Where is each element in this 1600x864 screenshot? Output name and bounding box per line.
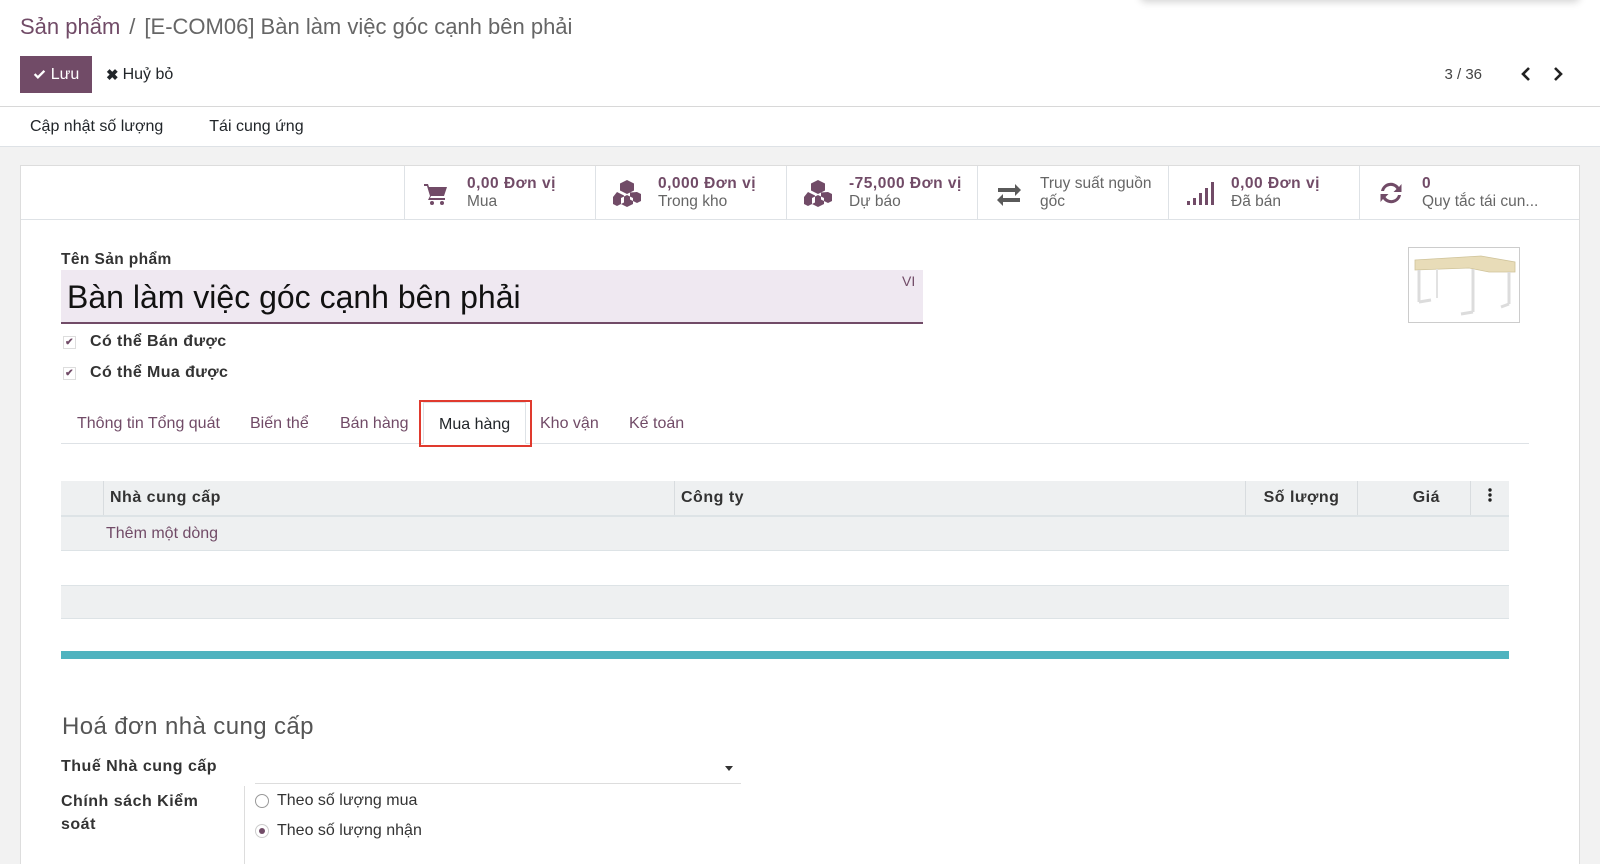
vendor-taxes-label: Thuế Nhà cung cấp (61, 758, 218, 775)
translate-language-button[interactable]: VI (902, 273, 915, 289)
control-policy-option-label: Theo số lượng nhận (277, 822, 422, 839)
cubes-icon (804, 180, 832, 207)
label-divider (244, 786, 245, 864)
table-empty-row (61, 551, 1509, 585)
forecasted-label: Dự báo (849, 193, 901, 210)
tab-sales[interactable]: Bán hàng (340, 402, 409, 444)
can-be-purchased-label: Có thể Mua được (90, 364, 229, 381)
caret-down-icon (725, 766, 733, 771)
can-be-purchased-checkbox[interactable]: ✔ (63, 366, 76, 380)
on-hand-stat-button[interactable]: 0,000 Đơn vị Trong kho (595, 166, 790, 220)
chevron-left-icon (1521, 67, 1530, 81)
traceability-stat-button[interactable]: Truy suất nguồn gốc (977, 166, 1172, 220)
save-button-label: Lưu (50, 65, 80, 83)
vendor-taxes-select[interactable] (255, 754, 741, 784)
control-policy-option-label: Theo số lượng mua (277, 792, 418, 809)
forecasted-value: -75,000 Đơn vị (849, 175, 962, 192)
tab-inventory[interactable]: Kho vận (540, 402, 599, 444)
column-company[interactable]: Công ty (674, 481, 1245, 515)
control-policy-label: Chính sách Kiểm soát (61, 793, 199, 833)
save-button[interactable]: Lưu (20, 56, 92, 93)
tab-general-information[interactable]: Thông tin Tổng quát (77, 402, 220, 444)
purchased-stat-button[interactable]: 0,00 Đơn vị Mua (404, 166, 599, 220)
cubes-icon (613, 180, 641, 207)
reordering-rules-label: Quy tắc tái cun... (1422, 193, 1539, 210)
product-image[interactable] (1408, 247, 1520, 323)
vendor-pricelist-table: Nhà cung cấp Công ty Số lượng Giá Thêm m… (61, 481, 1509, 619)
reordering-rules-stat-button[interactable]: 0 Quy tắc tái cun... (1359, 166, 1579, 220)
column-vendor[interactable]: Nhà cung cấp (103, 481, 674, 515)
breadcrumb: Sản phẩm / [E-COM06] Bàn làm việc góc cạ… (20, 14, 572, 40)
can-be-sold-row: ✔ Có thể Bán được (63, 333, 227, 351)
sold-value: 0,00 Đơn vị (1231, 175, 1320, 192)
chevron-right-icon (1554, 67, 1563, 81)
section-separator-bar (61, 651, 1509, 659)
shopping-cart-icon (424, 184, 447, 205)
tab-variants[interactable]: Biến thể (250, 402, 309, 444)
discard-button[interactable]: ✖ Huỷ bỏ (106, 56, 173, 93)
can-be-purchased-row: ✔ Có thể Mua được (63, 364, 228, 382)
handle-column (61, 481, 103, 515)
product-name-input[interactable]: Bàn làm việc góc cạnh bên phải (61, 270, 923, 324)
discard-button-label: Huỷ bỏ (122, 65, 174, 83)
table-header: Nhà cung cấp Công ty Số lượng Giá (61, 481, 1509, 517)
pager-previous-button[interactable] (1514, 60, 1538, 88)
exchange-icon (997, 184, 1021, 206)
vertical-ellipsis-icon (1488, 488, 1492, 502)
tab-accounting[interactable]: Kế toán (629, 402, 684, 444)
reordering-rules-value: 0 (1422, 175, 1432, 192)
close-icon: ✖ (106, 66, 119, 84)
breadcrumb-current: [E-COM06] Bàn làm việc góc cạnh bên phải (144, 14, 573, 39)
breadcrumb-products-link[interactable]: Sản phẩm (20, 14, 120, 40)
product-name-label: Tên Sản phẩm (61, 251, 172, 268)
vendor-bills-title: Hoá đơn nhà cung cấp (62, 713, 314, 740)
form-sheet: 0,00 Đơn vị Mua 0,000 Đơn vị Trong kho -75… (20, 165, 1580, 864)
column-price[interactable]: Giá (1357, 481, 1470, 515)
column-quantity[interactable]: Số lượng (1245, 481, 1357, 515)
smart-button-box: 0,00 Đơn vị Mua 0,000 Đơn vị Trong kho -75… (21, 166, 1579, 220)
add-line-link[interactable]: Thêm một dòng (106, 525, 218, 543)
signal-icon (1187, 182, 1214, 205)
can-be-sold-checkbox[interactable]: ✔ (63, 335, 76, 349)
tab-purchase[interactable]: Mua hàng (423, 402, 527, 444)
check-icon (33, 70, 45, 79)
form-statusbar: Cập nhật số lượng Tái cung ứng (0, 107, 1600, 147)
sold-stat-button[interactable]: 0,00 Đơn vị Đã bán (1168, 166, 1363, 220)
optional-columns-button[interactable] (1470, 481, 1509, 515)
add-line-row: Thêm một dòng (61, 517, 1509, 551)
can-be-sold-label: Có thể Bán được (90, 333, 227, 350)
control-policy-option-ordered[interactable]: Theo số lượng mua (255, 792, 417, 810)
notebook-tabs: Thông tin Tổng quát Biến thể Bán hàng Mu… (61, 402, 1529, 444)
refresh-icon (1380, 182, 1402, 204)
control-policy-option-received[interactable]: Theo số lượng nhận (255, 822, 422, 840)
on-hand-value: 0,000 Đơn vị (658, 175, 757, 192)
traceability-label: Truy suất nguồn gốc (1040, 175, 1152, 210)
radio-button-selected[interactable] (255, 824, 269, 838)
breadcrumb-separator: / (129, 14, 136, 39)
forecasted-stat-button[interactable]: -75,000 Đơn vị Dự báo (786, 166, 981, 220)
pager: 3 / 36 (1444, 60, 1570, 88)
on-hand-label: Trong kho (658, 193, 728, 210)
corner-desk-image (1411, 250, 1517, 320)
replenish-button[interactable]: Tái cung ứng (199, 118, 313, 136)
radio-button[interactable] (255, 794, 269, 808)
purchased-label: Mua (467, 193, 498, 210)
sold-label: Đã bán (1231, 193, 1281, 210)
purchased-value: 0,00 Đơn vị (467, 175, 556, 192)
table-footer (61, 585, 1509, 619)
pager-next-button[interactable] (1546, 60, 1570, 88)
update-quantity-button[interactable]: Cập nhật số lượng (20, 118, 173, 136)
pager-value[interactable]: 3 / 36 (1444, 66, 1482, 83)
